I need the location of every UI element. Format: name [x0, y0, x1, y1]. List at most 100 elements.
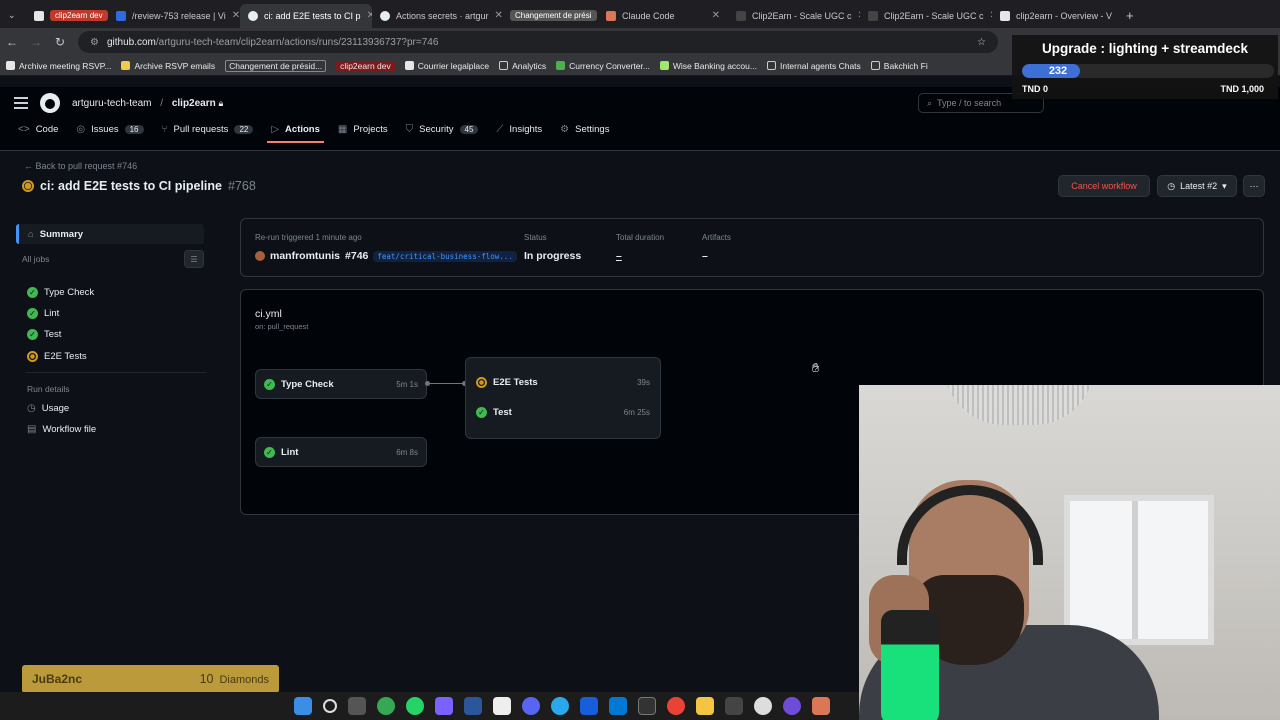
obs-icon[interactable] [783, 697, 801, 715]
bookmark-item[interactable]: Archive meeting RSVP... [6, 61, 111, 71]
tab-0[interactable]: clip2earn dev [26, 4, 108, 28]
chatgpt-icon[interactable] [754, 697, 772, 715]
bookmark-item[interactable]: Courrier legalplace [404, 61, 489, 71]
tab-label: Settings [575, 124, 610, 135]
job-node-e2e-tests[interactable]: E2E Tests 39s [476, 377, 650, 388]
back-arrow-icon[interactable]: ← [0, 35, 24, 49]
workflow-file-name[interactable]: ci.yml [255, 308, 282, 320]
bookmark-label: Currency Converter... [569, 60, 650, 71]
terminal-icon[interactable] [638, 697, 656, 715]
windows-start-icon[interactable] [294, 697, 312, 715]
back-link[interactable]: ← Back to pull request #746 [24, 161, 137, 171]
close-icon[interactable]: ✕ [232, 10, 240, 21]
check-circle-icon: ✓ [27, 308, 38, 319]
tab-pull-requests[interactable]: ⑂ Pull requests 22 [162, 124, 254, 143]
bookmark-label: Changement de présid... [229, 60, 323, 71]
sidebar-item-type-check[interactable]: ✓ Type Check [27, 287, 94, 298]
avatar[interactable] [255, 251, 265, 261]
sidebar-item-label: Lint [44, 308, 60, 319]
app-icon[interactable] [464, 697, 482, 715]
search-icon[interactable] [323, 699, 337, 713]
close-icon[interactable]: ✕ [712, 10, 720, 21]
sidebar-item-label: Test [44, 329, 62, 340]
tab-actions[interactable]: ▷ Actions [267, 124, 324, 143]
forward-arrow-icon[interactable]: → [24, 35, 48, 49]
tab-3[interactable]: Actions secrets · artgur ✕ [372, 4, 502, 28]
branch-label[interactable]: feat/critical-business-flow... [373, 250, 517, 262]
tab-label: Actions secrets · artgur [396, 10, 489, 21]
sidebar-item-summary[interactable]: ⌂ Summary [16, 224, 204, 244]
notion-icon[interactable] [493, 697, 511, 715]
tab-insights[interactable]: ⟋ Insights [496, 124, 542, 143]
tab-5[interactable]: Claude Code ✕ [598, 4, 728, 28]
tab-projects[interactable]: ▦ Projects [338, 124, 388, 143]
chrome-icon[interactable] [377, 697, 395, 715]
tab-7[interactable]: Clip2Earn - Scale UGC c✕ [860, 4, 992, 28]
job-node-type-check[interactable]: ✓ Type Check 5m 1s [255, 369, 427, 399]
viewer-badge: JuBa2nc 10 Diamonds [22, 665, 279, 693]
webcam-feed [859, 385, 1280, 720]
repo-link[interactable]: clip2earn [172, 98, 216, 109]
sidebar-item-lint[interactable]: ✓ Lint [27, 308, 59, 319]
bookmark-item[interactable]: Internal agents Chats [766, 61, 861, 71]
tab-security[interactable]: ⛉ Security 45 [406, 124, 479, 143]
telegram-icon[interactable] [551, 697, 569, 715]
folder-icon [766, 61, 776, 70]
back-link-label: Back to pull request #746 [35, 161, 138, 171]
tab-2[interactable]: ci: add E2E tests to CI p ✕ [240, 3, 372, 28]
bookmark-item[interactable]: Wise Banking accou... [659, 61, 757, 71]
latest-attempt-dropdown[interactable]: ◷ Latest #2 ▾ [1157, 175, 1237, 197]
new-tab-button[interactable]: + [1118, 4, 1138, 28]
vscode-icon[interactable] [609, 697, 627, 715]
github-logo-icon[interactable] [40, 93, 60, 113]
tab-8[interactable]: clip2earn - Overview - V✕ [992, 4, 1118, 28]
cancel-workflow-button[interactable]: Cancel workflow [1058, 175, 1150, 197]
close-icon[interactable]: ✕ [495, 10, 502, 21]
filter-icon[interactable]: ☰ [184, 250, 204, 268]
tab-6[interactable]: Clip2Earn - Scale UGC c✕ [728, 4, 860, 28]
sidebar-item-e2e-tests[interactable]: E2E Tests [27, 351, 87, 362]
sidebar-item-test[interactable]: ✓ Test [27, 329, 61, 340]
bookmark-item[interactable]: clip2earn dev [336, 60, 395, 71]
tab-menu-button[interactable]: ⌄ [0, 4, 26, 28]
bookmark-item[interactable]: Changement de présid... [225, 59, 327, 72]
duration-value[interactable]: – [616, 250, 664, 262]
bookmark-item[interactable]: Analytics [499, 61, 546, 71]
url-field[interactable]: ⚙ github.com/artguru-tech-team/clip2earn… [78, 31, 998, 53]
chrome-icon[interactable] [667, 697, 685, 715]
whatsapp-icon[interactable] [406, 697, 424, 715]
tab-settings[interactable]: ⚙ Settings [560, 124, 609, 143]
copilot-icon[interactable] [435, 697, 453, 715]
menu-icon[interactable] [14, 97, 28, 109]
job-node-lint[interactable]: ✓ Lint 6m 8s [255, 437, 427, 467]
reload-icon[interactable]: ↻ [48, 35, 72, 49]
file-explorer-icon[interactable] [696, 697, 714, 715]
pr-link[interactable]: #746 [345, 250, 368, 262]
bookmark-item[interactable]: Bakchich Fi [870, 61, 928, 71]
owner-link[interactable]: artguru-tech-team [72, 98, 151, 109]
job-node-test[interactable]: ✓ Test 6m 25s [476, 407, 650, 418]
site-info-icon[interactable]: ⚙ [90, 37, 99, 48]
discord-icon[interactable] [522, 697, 540, 715]
tab-issues[interactable]: ◎ Issues 16 [76, 124, 144, 143]
hand-cursor-icon: ✋︎ [812, 360, 820, 375]
app-icon[interactable] [725, 697, 743, 715]
bitwarden-icon[interactable] [580, 697, 598, 715]
tab-label: Clip2Earn - Scale UGC c [884, 10, 984, 21]
bookmark-item[interactable]: Archive RSVP emails [121, 61, 215, 71]
actor-link[interactable]: manfromtunis [270, 250, 340, 262]
sidebar-item-usage[interactable]: ◷ Usage [27, 403, 69, 414]
more-options-button[interactable]: ··· [1243, 175, 1265, 197]
kebab-icon: ··· [1249, 181, 1259, 191]
task-view-icon[interactable] [348, 697, 366, 715]
bookmark-star-icon[interactable]: ☆ [977, 37, 986, 48]
sidebar-item-workflow-file[interactable]: ▤ Workflow file [27, 424, 96, 435]
goal-current-value: 232 [1048, 65, 1068, 77]
sidebar-item-label: Summary [39, 228, 84, 240]
tab-4[interactable]: Changement de prési [502, 4, 598, 28]
tab-1[interactable]: /review-753 release | Vi ✕ [108, 4, 240, 28]
bookmark-item[interactable]: Currency Converter... [556, 61, 650, 71]
tab-code[interactable]: <> Code [18, 124, 58, 143]
rgb-microphone [881, 610, 939, 720]
claude-icon[interactable] [812, 697, 830, 715]
